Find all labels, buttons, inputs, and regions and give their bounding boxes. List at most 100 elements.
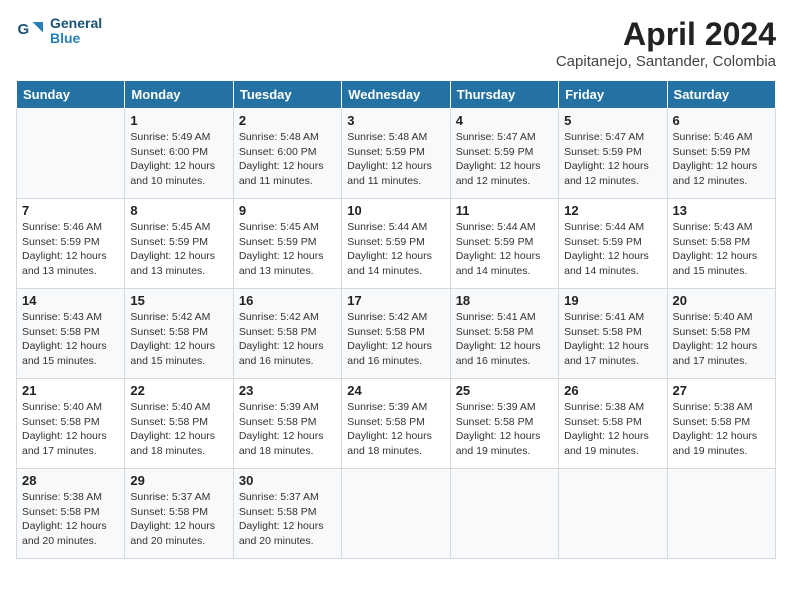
- calendar-cell: 17 Sunrise: 5:42 AMSunset: 5:58 PMDayligh…: [342, 289, 450, 379]
- calendar-table: SundayMondayTuesdayWednesdayThursdayFrid…: [16, 80, 776, 559]
- day-info: Sunrise: 5:40 AMSunset: 5:58 PMDaylight:…: [22, 400, 119, 459]
- day-number: 11: [456, 203, 553, 218]
- calendar-cell: 24 Sunrise: 5:39 AMSunset: 5:58 PMDayligh…: [342, 379, 450, 469]
- day-info: Sunrise: 5:37 AMSunset: 5:58 PMDaylight:…: [130, 490, 227, 549]
- day-number: 10: [347, 203, 444, 218]
- day-number: 13: [673, 203, 770, 218]
- day-number: 24: [347, 383, 444, 398]
- weekday-header-thursday: Thursday: [450, 81, 558, 109]
- day-number: 17: [347, 293, 444, 308]
- day-info: Sunrise: 5:45 AMSunset: 5:59 PMDaylight:…: [239, 220, 336, 279]
- day-number: 27: [673, 383, 770, 398]
- day-info: Sunrise: 5:38 AMSunset: 5:58 PMDaylight:…: [673, 400, 770, 459]
- day-number: 12: [564, 203, 661, 218]
- calendar-cell: 18 Sunrise: 5:41 AMSunset: 5:58 PMDayligh…: [450, 289, 558, 379]
- weekday-header-wednesday: Wednesday: [342, 81, 450, 109]
- day-number: 8: [130, 203, 227, 218]
- calendar-cell: 4 Sunrise: 5:47 AMSunset: 5:59 PMDaylight…: [450, 109, 558, 199]
- calendar-cell: 8 Sunrise: 5:45 AMSunset: 5:59 PMDaylight…: [125, 199, 233, 289]
- calendar-week-row: 21 Sunrise: 5:40 AMSunset: 5:58 PMDayligh…: [17, 379, 776, 469]
- day-info: Sunrise: 5:45 AMSunset: 5:59 PMDaylight:…: [130, 220, 227, 279]
- day-number: 16: [239, 293, 336, 308]
- calendar-cell: 25 Sunrise: 5:39 AMSunset: 5:58 PMDayligh…: [450, 379, 558, 469]
- day-info: Sunrise: 5:40 AMSunset: 5:58 PMDaylight:…: [673, 310, 770, 369]
- logo: G General Blue: [16, 16, 102, 47]
- weekday-header-tuesday: Tuesday: [233, 81, 341, 109]
- calendar-cell: [559, 469, 667, 559]
- logo-icon: G: [16, 16, 46, 46]
- calendar-cell: 7 Sunrise: 5:46 AMSunset: 5:59 PMDaylight…: [17, 199, 125, 289]
- calendar-cell: 20Sunrise: 5:40 AMSunset: 5:58 PMDayligh…: [667, 289, 775, 379]
- location-subtitle: Capitanejo, Santander, Colombia: [556, 53, 776, 70]
- day-info: Sunrise: 5:38 AMSunset: 5:58 PMDaylight:…: [564, 400, 661, 459]
- calendar-cell: 29 Sunrise: 5:37 AMSunset: 5:58 PMDayligh…: [125, 469, 233, 559]
- day-info: Sunrise: 5:39 AMSunset: 5:58 PMDaylight:…: [456, 400, 553, 459]
- weekday-header-monday: Monday: [125, 81, 233, 109]
- calendar-cell: 30Sunrise: 5:37 AMSunset: 5:58 PMDayligh…: [233, 469, 341, 559]
- day-number: 28: [22, 473, 119, 488]
- calendar-cell: 16 Sunrise: 5:42 AMSunset: 5:58 PMDayligh…: [233, 289, 341, 379]
- title-block: April 2024 Capitanejo, Santander, Colomb…: [556, 16, 776, 70]
- weekday-header-row: SundayMondayTuesdayWednesdayThursdayFrid…: [17, 81, 776, 109]
- day-info: Sunrise: 5:39 AMSunset: 5:58 PMDaylight:…: [347, 400, 444, 459]
- calendar-cell: 22 Sunrise: 5:40 AMSunset: 5:58 PMDayligh…: [125, 379, 233, 469]
- month-year-title: April 2024: [556, 16, 776, 53]
- day-info: Sunrise: 5:42 AMSunset: 5:58 PMDaylight:…: [347, 310, 444, 369]
- day-number: 19: [564, 293, 661, 308]
- day-info: Sunrise: 5:44 AMSunset: 5:59 PMDaylight:…: [564, 220, 661, 279]
- day-info: Sunrise: 5:44 AMSunset: 5:59 PMDaylight:…: [347, 220, 444, 279]
- day-info: Sunrise: 5:48 AMSunset: 5:59 PMDaylight:…: [347, 130, 444, 189]
- day-number: 25: [456, 383, 553, 398]
- weekday-header-sunday: Sunday: [17, 81, 125, 109]
- calendar-cell: 23Sunrise: 5:39 AMSunset: 5:58 PMDayligh…: [233, 379, 341, 469]
- calendar-cell: 13 Sunrise: 5:43 AMSunset: 5:58 PMDayligh…: [667, 199, 775, 289]
- day-info: Sunrise: 5:41 AMSunset: 5:58 PMDaylight:…: [456, 310, 553, 369]
- calendar-cell: 28Sunrise: 5:38 AMSunset: 5:58 PMDayligh…: [17, 469, 125, 559]
- day-info: Sunrise: 5:47 AMSunset: 5:59 PMDaylight:…: [564, 130, 661, 189]
- calendar-cell: [667, 469, 775, 559]
- calendar-cell: 15 Sunrise: 5:42 AMSunset: 5:58 PMDayligh…: [125, 289, 233, 379]
- day-number: 15: [130, 293, 227, 308]
- calendar-cell: 2Sunrise: 5:48 AMSunset: 6:00 PMDaylight…: [233, 109, 341, 199]
- day-number: 21: [22, 383, 119, 398]
- day-number: 18: [456, 293, 553, 308]
- day-number: 6: [673, 113, 770, 128]
- day-info: Sunrise: 5:39 AMSunset: 5:58 PMDaylight:…: [239, 400, 336, 459]
- calendar-week-row: 14 Sunrise: 5:43 AMSunset: 5:58 PMDayligh…: [17, 289, 776, 379]
- weekday-header-saturday: Saturday: [667, 81, 775, 109]
- day-info: Sunrise: 5:42 AMSunset: 5:58 PMDaylight:…: [130, 310, 227, 369]
- logo-general: General: [50, 16, 102, 31]
- logo-blue: Blue: [50, 31, 102, 46]
- day-number: 5: [564, 113, 661, 128]
- calendar-week-row: 1 Sunrise: 5:49 AMSunset: 6:00 PMDaylight…: [17, 109, 776, 199]
- calendar-cell: 6 Sunrise: 5:46 AMSunset: 5:59 PMDaylight…: [667, 109, 775, 199]
- calendar-week-row: 7 Sunrise: 5:46 AMSunset: 5:59 PMDaylight…: [17, 199, 776, 289]
- calendar-cell: 14 Sunrise: 5:43 AMSunset: 5:58 PMDayligh…: [17, 289, 125, 379]
- calendar-cell: 26 Sunrise: 5:38 AMSunset: 5:58 PMDayligh…: [559, 379, 667, 469]
- calendar-cell: 27 Sunrise: 5:38 AMSunset: 5:58 PMDayligh…: [667, 379, 775, 469]
- calendar-cell: 11 Sunrise: 5:44 AMSunset: 5:59 PMDayligh…: [450, 199, 558, 289]
- day-info: Sunrise: 5:42 AMSunset: 5:58 PMDaylight:…: [239, 310, 336, 369]
- day-number: 4: [456, 113, 553, 128]
- calendar-cell: 5 Sunrise: 5:47 AMSunset: 5:59 PMDaylight…: [559, 109, 667, 199]
- day-number: 26: [564, 383, 661, 398]
- day-info: Sunrise: 5:40 AMSunset: 5:58 PMDaylight:…: [130, 400, 227, 459]
- day-info: Sunrise: 5:46 AMSunset: 5:59 PMDaylight:…: [22, 220, 119, 279]
- day-number: 3: [347, 113, 444, 128]
- calendar-cell: 21 Sunrise: 5:40 AMSunset: 5:58 PMDayligh…: [17, 379, 125, 469]
- day-number: 14: [22, 293, 119, 308]
- day-number: 22: [130, 383, 227, 398]
- day-number: 7: [22, 203, 119, 218]
- calendar-cell: 10 Sunrise: 5:44 AMSunset: 5:59 PMDayligh…: [342, 199, 450, 289]
- day-info: Sunrise: 5:48 AMSunset: 6:00 PMDaylight:…: [239, 130, 336, 189]
- day-number: 1: [130, 113, 227, 128]
- day-info: Sunrise: 5:47 AMSunset: 5:59 PMDaylight:…: [456, 130, 553, 189]
- day-info: Sunrise: 5:43 AMSunset: 5:58 PMDaylight:…: [673, 220, 770, 279]
- day-info: Sunrise: 5:43 AMSunset: 5:58 PMDaylight:…: [22, 310, 119, 369]
- calendar-week-row: 28Sunrise: 5:38 AMSunset: 5:58 PMDayligh…: [17, 469, 776, 559]
- day-number: 29: [130, 473, 227, 488]
- day-info: Sunrise: 5:46 AMSunset: 5:59 PMDaylight:…: [673, 130, 770, 189]
- day-info: Sunrise: 5:44 AMSunset: 5:59 PMDaylight:…: [456, 220, 553, 279]
- day-info: Sunrise: 5:49 AMSunset: 6:00 PMDaylight:…: [130, 130, 227, 189]
- day-number: 30: [239, 473, 336, 488]
